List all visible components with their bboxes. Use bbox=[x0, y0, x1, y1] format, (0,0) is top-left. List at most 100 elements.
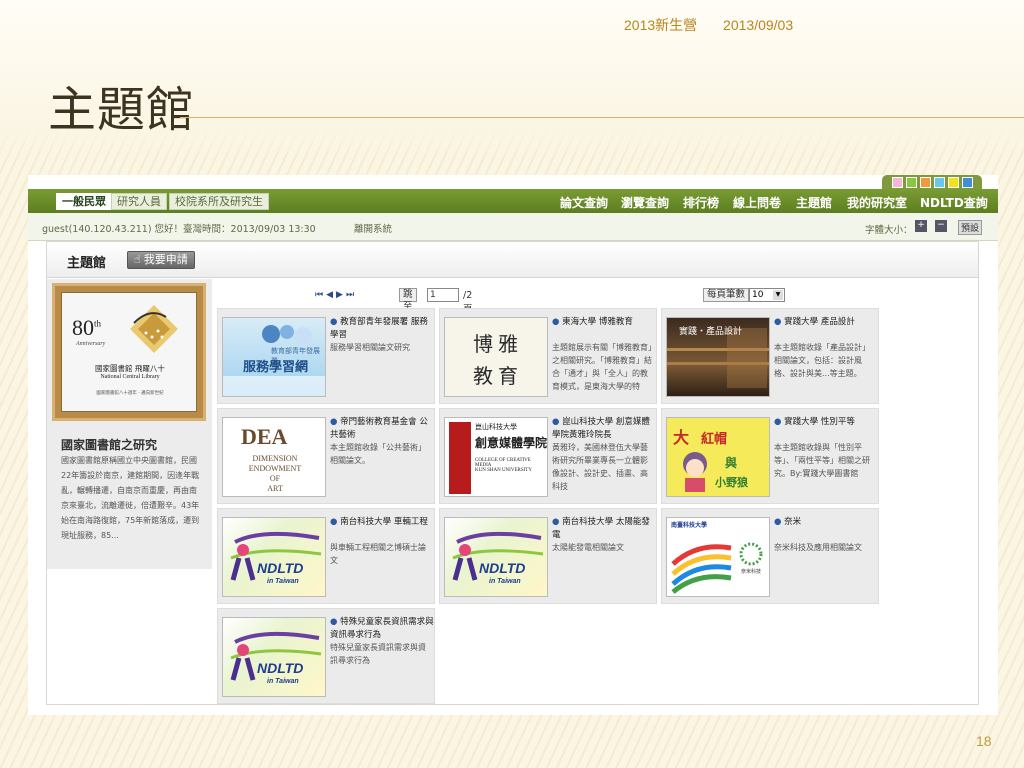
card-description: 特殊兒童家長資訊需求與資訊尋求行為 bbox=[330, 643, 426, 665]
next-page-icon[interactable]: ▶ bbox=[336, 290, 346, 300]
last-page-icon[interactable]: ⏭ bbox=[346, 290, 357, 300]
nano-thumb-label: 奈米科技 bbox=[741, 570, 762, 575]
theme-dot-orange[interactable] bbox=[919, 176, 931, 188]
card-title[interactable]: ● 崑山科技大學 創意媒體學院黃雅玲院長 bbox=[552, 416, 656, 442]
card-thumbnail[interactable]: NDLTD in Taiwan bbox=[444, 517, 548, 597]
apply-button[interactable]: ☝ 我要申請 bbox=[127, 251, 195, 269]
theme-color-switcher[interactable] bbox=[882, 175, 982, 189]
gender-thumb-1: 大 bbox=[673, 430, 690, 447]
circle-bullet-icon: ● bbox=[552, 317, 560, 327]
logo-chinese-name: 國家圖書館 飛躍八十 bbox=[95, 364, 165, 373]
creative-red-bar bbox=[449, 422, 471, 494]
apply-button-label: 我要申請 bbox=[143, 253, 188, 266]
card-title[interactable]: ● 教育部青年發展署 服務學習 bbox=[330, 316, 434, 342]
card-description: 黃雅玲，美國林登伍大學藝術研究所畢業專長一立體影像設計、設計史、插畫、高科技 bbox=[552, 443, 648, 491]
card-description: 本主題館收錄「產品設計」相關論文，包括：設計風格、設計與美...等主題。 bbox=[774, 343, 870, 378]
featured-sidebar: 80th Anniversary 國家圖書館 飛躍八十 National Cen… bbox=[47, 279, 212, 569]
nav-browse[interactable]: 瀏覽查詢 bbox=[621, 194, 669, 211]
ndltd-thumb-sub: in Taiwan bbox=[267, 678, 299, 685]
card-thumbnail[interactable]: NDLTD in Taiwan bbox=[222, 517, 326, 597]
card-title[interactable]: ● 特殊兒童家長資訊需求與資訊尋求行為 bbox=[330, 616, 434, 642]
circle-bullet-icon: ● bbox=[774, 317, 782, 327]
nav-survey[interactable]: 線上問卷 bbox=[733, 194, 781, 211]
card-title[interactable]: ● 實踐大學 性別平等 bbox=[774, 416, 878, 429]
jump-to-page-button[interactable]: 跳至 bbox=[399, 288, 417, 312]
user-session-info: guest(140.120.43.211) 您好！臺灣時間：2013/09/03… bbox=[42, 224, 316, 235]
card-title[interactable]: ● 東海大學 博雅教育 bbox=[552, 316, 656, 329]
prev-page-icon[interactable]: ◀ bbox=[326, 290, 336, 300]
page-number-input[interactable]: 1 bbox=[427, 288, 459, 302]
font-size-reset-button[interactable]: 預設 bbox=[958, 220, 983, 235]
logo-diamond-icon bbox=[130, 305, 178, 353]
circle-bullet-icon: ● bbox=[774, 517, 782, 527]
card-thumbnail[interactable]: 教育部青年發展署 服務學習網 bbox=[222, 317, 326, 397]
dea-thumb-main: DEA bbox=[241, 424, 288, 449]
card-title[interactable]: ● 南台科技大學 車輛工程 bbox=[330, 516, 434, 529]
service-thumb-main: 服務學習網 bbox=[243, 359, 309, 374]
featured-heading[interactable]: 國家圖書館之研究 bbox=[61, 436, 157, 453]
logo-anniversary-text: Anniversary bbox=[76, 341, 106, 347]
panel-header: 主題館 ☝ 我要申請 bbox=[47, 242, 978, 278]
card-title[interactable]: ● 奈米 bbox=[774, 516, 878, 529]
card-thumbnail[interactable]: 實踐・產品設計 bbox=[666, 317, 770, 397]
circle-bullet-icon: ● bbox=[330, 317, 338, 327]
nav-theme-hall[interactable]: 主題館 bbox=[796, 194, 832, 211]
featured-logo: 80th Anniversary 國家圖書館 飛躍八十 National Cen… bbox=[61, 292, 197, 412]
hand-pointer-icon: ☝ bbox=[134, 253, 141, 266]
card-thumbnail[interactable]: 博 雅 教 育 bbox=[444, 317, 548, 397]
slide-date: 2013/09/03 bbox=[723, 17, 794, 33]
featured-logo-frame[interactable]: 80th Anniversary 國家圖書館 飛躍八十 National Cen… bbox=[52, 283, 206, 421]
ndltd-figure-icon bbox=[452, 531, 544, 581]
product-thumb-label: 實踐・產品設計 bbox=[679, 326, 743, 336]
theme-dot-cyan[interactable] bbox=[933, 176, 945, 188]
first-page-icon[interactable]: ⏮ bbox=[315, 290, 326, 300]
theme-card[interactable]: NDLTD in Taiwan ● 特殊兒童家長資訊需求與資訊尋求行為 特殊兒童… bbox=[217, 608, 435, 704]
gender-thumb-4: 小野狼 bbox=[715, 477, 748, 489]
tab-departments-graduates[interactable]: 校院系所及研究生 bbox=[169, 193, 269, 210]
items-per-page-select[interactable]: 10 ▼ bbox=[749, 288, 785, 302]
card-description: 本主題館收錄與「性別平等」、「兩性平等」相關之研究。By:實踐大學圖書館 bbox=[774, 443, 870, 478]
dea-thumb-sub2: ENDOWMENT bbox=[248, 464, 302, 473]
logout-link[interactable]: 離開系統 bbox=[354, 221, 392, 235]
girl-cartoon-icon bbox=[683, 452, 707, 492]
card-description: 主題館展示有關「博雅教育」之相關研究。「博雅教育」結合「通才」與「全人」的教育模… bbox=[552, 343, 652, 391]
circle-bullet-icon: ● bbox=[552, 517, 560, 527]
theme-dot-pink[interactable] bbox=[891, 176, 903, 188]
circle-bullet-icon: ● bbox=[330, 417, 338, 427]
card-thumbnail[interactable]: DEA DIMENSION ENDOWMENT OF ART bbox=[222, 417, 326, 497]
tab-researchers[interactable]: 研究人員 bbox=[111, 193, 167, 210]
card-title[interactable]: ● 南台科技大學 太陽能發電 bbox=[552, 516, 656, 542]
card-thumbnail[interactable]: 大 紅帽 與 小野狼 bbox=[666, 417, 770, 497]
theme-card[interactable]: 實踐・產品設計 ● 實踐大學 產品設計 本主題館收錄「產品設計」相關論文，包括：… bbox=[661, 308, 879, 404]
nav-ranking[interactable]: 排行榜 bbox=[683, 194, 719, 211]
theme-card[interactable]: 崑山科技大學 創意媒體學院 COLLEGE OF CREATIVE MEDIA … bbox=[439, 408, 657, 504]
theme-card[interactable]: DEA DIMENSION ENDOWMENT OF ART ● 帝門藝術教育基… bbox=[217, 408, 435, 504]
card-thumbnail[interactable]: NDLTD in Taiwan bbox=[222, 617, 326, 697]
font-size-label: 字體大小： bbox=[865, 225, 913, 236]
theme-card[interactable]: NDLTD in Taiwan ● 南台科技大學 太陽能發電 太陽能發電相關論文 bbox=[439, 508, 657, 604]
card-title[interactable]: ● 帝門藝術教育基金會 公共藝術 bbox=[330, 416, 434, 442]
creative-thumb-en1: COLLEGE OF CREATIVE MEDIA bbox=[475, 458, 531, 468]
font-size-increase-button[interactable]: + bbox=[915, 220, 927, 232]
nav-ndltd-search[interactable]: NDLTD查詢 bbox=[920, 194, 988, 211]
theme-card[interactable]: 大 紅帽 與 小野狼 ● 實踐大學 性別平等 本主題館收錄與「性別平等」、「兩性… bbox=[661, 408, 879, 504]
circle-bullet-icon: ● bbox=[330, 617, 338, 627]
card-title[interactable]: ● 實踐大學 產品設計 bbox=[774, 316, 878, 329]
card-thumbnail[interactable]: 崑山科技大學 創意媒體學院 COLLEGE OF CREATIVE MEDIA … bbox=[444, 417, 548, 497]
nav-thesis-search[interactable]: 論文查詢 bbox=[560, 194, 608, 211]
theme-dot-green[interactable] bbox=[905, 176, 917, 188]
dea-thumb-sub4: ART bbox=[267, 484, 283, 493]
nav-my-lab[interactable]: 我的研究室 bbox=[847, 194, 907, 211]
theme-card[interactable]: 南臺科技大學 奈米科技 ● 奈米 奈米科技及應用相關論文 bbox=[661, 508, 879, 604]
theme-card[interactable]: 教育部青年發展署 服務學習網 ● 教育部青年發展署 服務學習 服務學習相關論文研… bbox=[217, 308, 435, 404]
font-size-decrease-button[interactable]: − bbox=[935, 220, 947, 232]
theme-card[interactable]: NDLTD in Taiwan ● 南台科技大學 車輛工程 與車輛工程相關之博碩… bbox=[217, 508, 435, 604]
theme-card[interactable]: 博 雅 教 育 ● 東海大學 博雅教育 主題館展示有關「博雅教育」之相關研究。「… bbox=[439, 308, 657, 404]
tab-general-public[interactable]: 一般民眾 bbox=[56, 193, 112, 210]
theme-dot-blue[interactable] bbox=[961, 176, 973, 188]
card-thumbnail[interactable]: 南臺科技大學 奈米科技 bbox=[666, 517, 770, 597]
dea-thumb-sub1: DIMENSION bbox=[252, 454, 298, 463]
theme-dot-yellow[interactable] bbox=[947, 176, 959, 188]
ndltd-thumb-sub: in Taiwan bbox=[267, 578, 299, 585]
ndltd-figure-icon bbox=[230, 631, 322, 681]
